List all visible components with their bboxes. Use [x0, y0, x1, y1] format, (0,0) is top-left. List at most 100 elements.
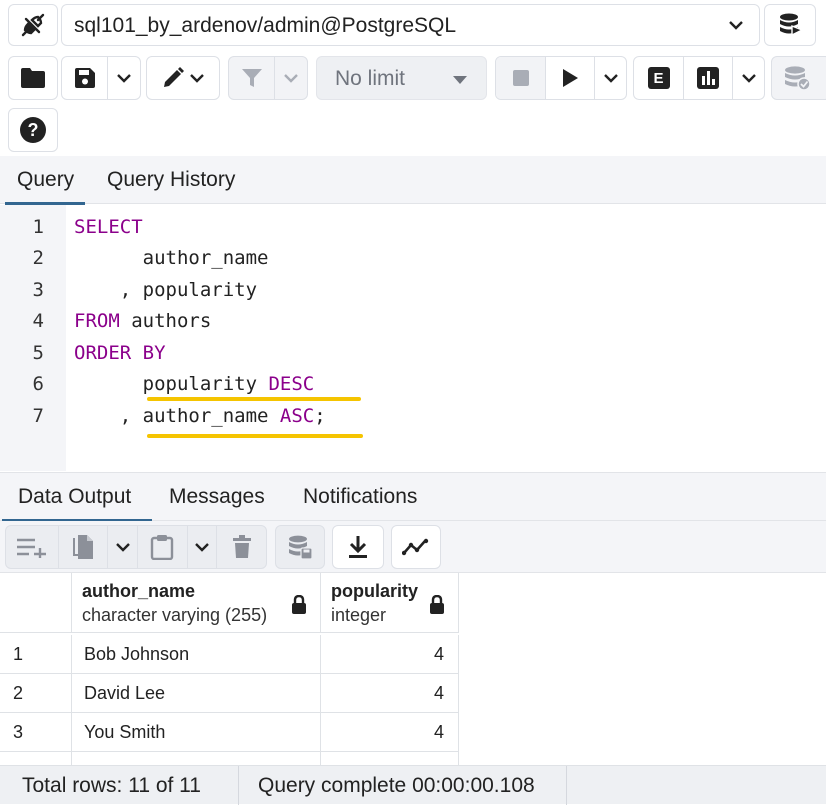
tab-messages[interactable]: Messages — [169, 473, 265, 521]
query-complete-status: Query complete 00:00:00.108 — [258, 774, 535, 797]
row-number[interactable]: 1 — [0, 635, 72, 674]
line-number-gutter: 1 2 3 4 5 6 7 — [0, 205, 66, 471]
query-toolbar: No limit E ? — [0, 52, 826, 156]
edit-pencil-icon — [161, 66, 185, 90]
chevron-down-icon — [115, 541, 131, 553]
download-button[interactable] — [332, 525, 384, 569]
code-line: SELECT — [74, 216, 143, 238]
save-data-button[interactable] — [275, 525, 325, 569]
delete-icon — [232, 535, 252, 559]
sql-editor[interactable]: 1 2 3 4 5 6 7 SELECT author_name , popul… — [0, 205, 826, 471]
cell-popularity[interactable] — [321, 752, 459, 765]
table-row: 3 You Smith 4 — [0, 713, 459, 752]
tab-query-history[interactable]: Query History — [107, 156, 235, 204]
results-grid: author_name character varying (255) popu… — [0, 573, 826, 765]
help-icon: ? — [20, 117, 46, 143]
row-limit-select[interactable]: No limit — [316, 56, 487, 100]
graph-visualiser-button[interactable] — [391, 525, 441, 569]
open-file-button[interactable] — [8, 56, 58, 100]
cell-popularity[interactable]: 4 — [321, 635, 459, 674]
cell-author-name[interactable]: You Smith — [72, 713, 321, 752]
tab-query-label: Query — [17, 168, 75, 191]
edit-options-button[interactable] — [146, 56, 220, 100]
explain-options-dropdown[interactable] — [732, 57, 764, 99]
column-header-author-name[interactable]: author_name character varying (255) — [72, 573, 321, 633]
chevron-down-icon — [727, 18, 745, 32]
grid-edit-button-group — [5, 525, 267, 569]
line-number: 2 — [32, 247, 44, 269]
tab-notifications[interactable]: Notifications — [303, 473, 417, 521]
code-text: ; — [314, 405, 326, 427]
stop-query-button[interactable] — [496, 57, 545, 99]
help-button[interactable]: ? — [8, 108, 58, 152]
line-number: 5 — [32, 342, 44, 364]
database-stack-icon — [777, 12, 803, 38]
code-text: authors — [119, 310, 212, 332]
tab-data-output[interactable]: Data Output — [2, 473, 152, 522]
cell-popularity[interactable]: 4 — [321, 713, 459, 752]
lock-icon — [429, 595, 445, 615]
code-line: FROM authors — [74, 310, 211, 332]
column-type: integer — [331, 605, 387, 625]
save-icon — [74, 67, 96, 89]
highlight-underline — [147, 434, 363, 438]
execute-query-button[interactable] — [545, 57, 594, 99]
execute-button-group — [495, 56, 627, 100]
plug-connect-icon — [19, 11, 47, 39]
execute-options-dropdown[interactable] — [594, 57, 626, 99]
sql-keyword: FROM — [74, 310, 120, 332]
lock-icon — [291, 595, 307, 615]
copy-button[interactable] — [57, 526, 108, 568]
sql-keyword: DESC — [268, 373, 315, 395]
row-number[interactable]: 2 — [0, 674, 72, 713]
delete-row-button[interactable] — [216, 526, 266, 568]
paste-options-dropdown[interactable] — [186, 526, 217, 568]
explain-button[interactable]: E — [634, 57, 683, 99]
row-number[interactable] — [0, 752, 72, 765]
add-row-button[interactable] — [6, 526, 58, 568]
save-options-dropdown[interactable] — [107, 57, 140, 99]
filter-options-dropdown[interactable] — [274, 57, 307, 99]
paste-button[interactable] — [137, 526, 187, 568]
code-text: , author_name — [74, 405, 280, 427]
row-number[interactable]: 3 — [0, 713, 72, 752]
commit-button[interactable] — [771, 56, 826, 100]
copy-options-dropdown[interactable] — [107, 526, 137, 568]
status-divider — [238, 766, 239, 805]
column-header-popularity[interactable]: popularity integer — [321, 573, 459, 633]
stop-icon — [512, 69, 530, 87]
filter-button[interactable] — [229, 57, 274, 99]
row-limit-value: No limit — [335, 67, 406, 90]
add-row-icon — [16, 536, 48, 558]
chevron-down-icon — [194, 541, 210, 553]
cell-author-name[interactable] — [72, 752, 321, 765]
code-line: author_name — [74, 247, 269, 269]
code-line: , popularity — [74, 279, 257, 301]
tab-query[interactable]: Query — [5, 156, 85, 205]
cell-author-name[interactable]: Bob Johnson — [72, 635, 321, 674]
connection-status-button[interactable] — [8, 4, 58, 46]
save-button[interactable] — [62, 57, 107, 99]
cell-author-name[interactable]: David Lee — [72, 674, 321, 713]
table-row: 1 Bob Johnson 4 — [0, 635, 459, 674]
data-grid-toolbar — [0, 521, 826, 573]
explain-analyze-button[interactable] — [683, 57, 732, 99]
chevron-down-icon — [116, 72, 132, 84]
line-number: 4 — [32, 310, 44, 332]
editor-tabs: Query Query History — [0, 156, 826, 205]
cell-popularity[interactable]: 4 — [321, 674, 459, 713]
play-execute-icon — [561, 68, 579, 88]
line-number: 6 — [32, 373, 44, 395]
explain-icon: E — [647, 67, 670, 89]
row-header-corner[interactable] — [0, 573, 72, 633]
connection-select[interactable]: sql101_by_ardenov/admin@PostgreSQL — [61, 4, 760, 46]
connection-bar: sql101_by_ardenov/admin@PostgreSQL — [0, 0, 826, 52]
new-connection-button[interactable] — [764, 4, 816, 46]
sql-keyword: ORDER BY — [74, 342, 166, 364]
total-rows-status: Total rows: 11 of 11 — [22, 774, 201, 797]
sql-keyword: ASC — [279, 405, 315, 427]
column-name: author_name — [82, 581, 196, 601]
tab-query-history-label: Query History — [107, 168, 236, 191]
column-name: popularity — [331, 581, 419, 601]
line-number: 7 — [32, 405, 44, 427]
